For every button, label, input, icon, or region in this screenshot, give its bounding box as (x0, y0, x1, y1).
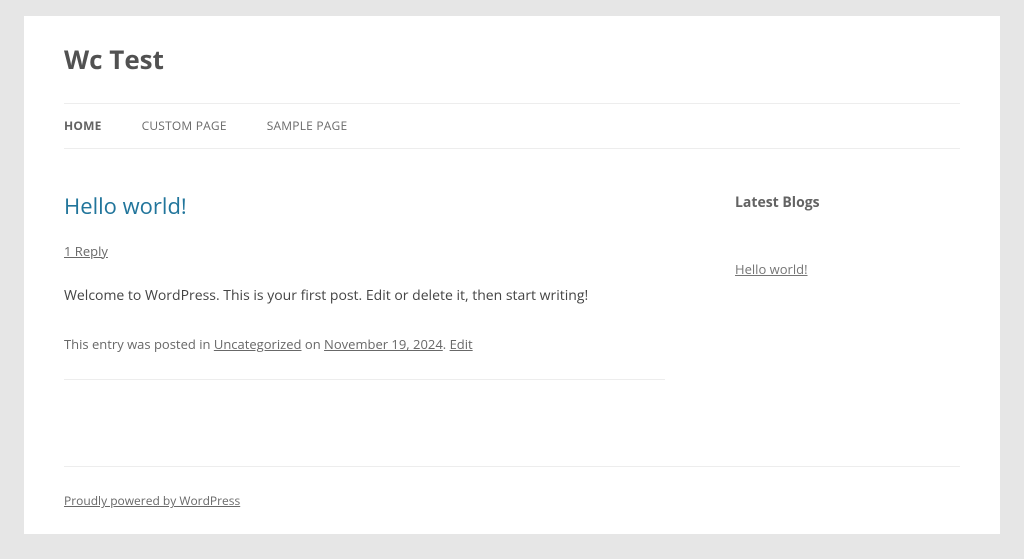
post-title-link[interactable]: Hello world! (64, 191, 187, 221)
nav-link-sample-page[interactable]: Sample Page (247, 104, 368, 148)
post-body: Welcome to WordPress. This is your first… (64, 284, 665, 308)
page-wrapper: Wc Test Home Custom Page Sample Page Hel… (24, 16, 1000, 534)
nav-item-sample-page[interactable]: Sample Page (247, 104, 368, 148)
footer-credit-link[interactable]: Proudly powered by WordPress (64, 492, 240, 509)
post-comments-link[interactable]: 1 Reply (64, 242, 108, 260)
widget-list: Hello world! (735, 258, 960, 280)
post-edit-link[interactable]: Edit (450, 335, 473, 353)
post: Hello world! 1 Reply Welcome to WordPres… (64, 193, 665, 380)
post-date-link[interactable]: November 19, 2024 (324, 335, 443, 353)
site-footer: Proudly powered by WordPress (64, 466, 960, 534)
list-item: Hello world! (735, 258, 960, 280)
post-title: Hello world! (64, 193, 665, 219)
post-meta-on: on (302, 335, 325, 353)
widget-title: Latest Blogs (735, 193, 960, 212)
post-meta-prefix: This entry was posted in (64, 335, 214, 353)
sidebar: Latest Blogs Hello world! (735, 193, 960, 386)
post-meta-period: . (443, 335, 450, 353)
site-header: Wc Test Home Custom Page Sample Page (64, 16, 960, 149)
site-title-link[interactable]: Wc Test (64, 41, 164, 77)
site-body: Hello world! 1 Reply Welcome to WordPres… (64, 149, 960, 386)
nav-item-custom-page[interactable]: Custom Page (122, 104, 247, 148)
nav-item-home[interactable]: Home (64, 104, 122, 148)
site-title: Wc Test (64, 44, 960, 103)
post-comments: 1 Reply (64, 242, 665, 260)
nav-link-custom-page[interactable]: Custom Page (122, 104, 247, 148)
post-footer-rule (64, 379, 665, 380)
post-meta: This entry was posted in Uncategorized o… (64, 331, 665, 357)
nav-link-home[interactable]: Home (64, 104, 122, 148)
post-category-link[interactable]: Uncategorized (214, 335, 302, 353)
main-nav: Home Custom Page Sample Page (64, 103, 960, 149)
widget-latest-blogs: Latest Blogs Hello world! (735, 193, 960, 280)
main-content: Hello world! 1 Reply Welcome to WordPres… (64, 193, 665, 386)
latest-blog-link[interactable]: Hello world! (735, 260, 808, 278)
